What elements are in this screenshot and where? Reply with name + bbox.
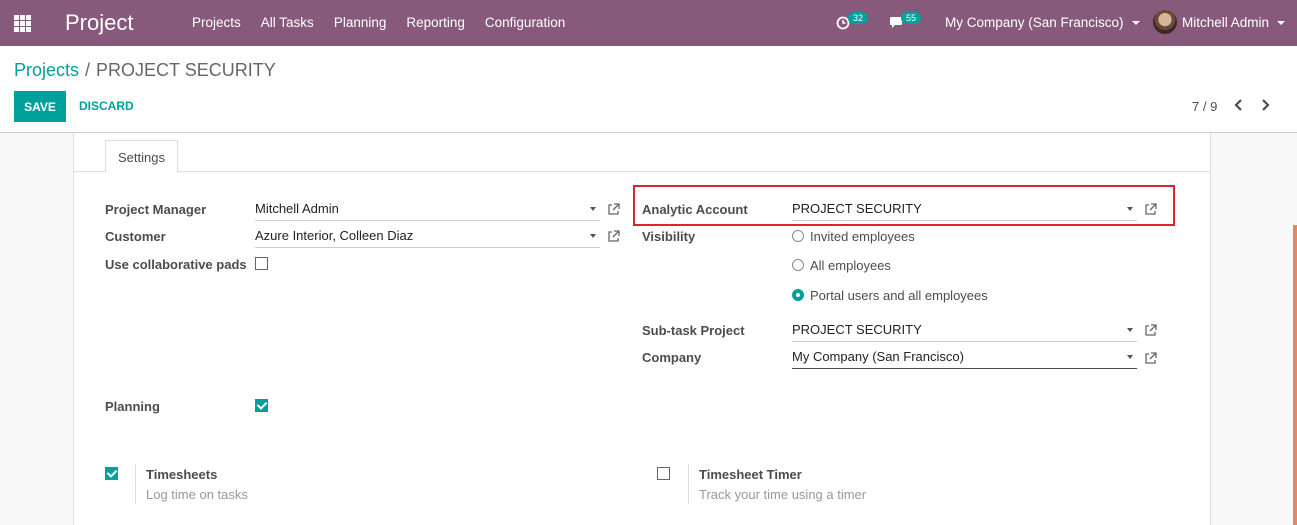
user-menu[interactable]: Mitchell Admin — [1182, 15, 1286, 30]
timesheets-checkbox[interactable] — [105, 467, 118, 480]
top-navbar: Project Projects All Tasks Planning Repo… — [0, 0, 1297, 46]
activity-count-badge: 32 — [848, 12, 869, 24]
radio-label-all-employees: All employees — [810, 258, 891, 273]
menu-item-reporting[interactable]: Reporting — [406, 15, 465, 30]
breadcrumb-separator: / — [85, 60, 91, 80]
dropdown-arrow-icon[interactable] — [1127, 207, 1133, 211]
collab-pads-checkbox[interactable] — [255, 257, 268, 270]
project-manager-field[interactable]: Mitchell Admin — [255, 199, 600, 221]
breadcrumb-current: PROJECT SECURITY — [96, 60, 276, 80]
menu-item-planning[interactable]: Planning — [334, 15, 387, 30]
menu-item-all-tasks[interactable]: All Tasks — [261, 15, 314, 30]
dropdown-arrow-icon[interactable] — [1127, 355, 1133, 359]
radio-portal-users[interactable] — [792, 289, 804, 301]
company-value: My Company (San Francisco) — [792, 349, 964, 364]
subtask-project-field[interactable]: PROJECT SECURITY — [792, 320, 1137, 342]
main-menu: Projects All Tasks Planning Reporting Co… — [192, 15, 565, 30]
breadcrumb: Projects / PROJECT SECURITY — [14, 60, 276, 81]
radio-invited-employees[interactable] — [792, 230, 804, 242]
breadcrumb-projects-link[interactable]: Projects — [14, 60, 79, 80]
external-link-icon[interactable] — [607, 203, 620, 216]
caret-down-icon — [1277, 21, 1286, 26]
divider — [135, 464, 136, 504]
project-manager-label: Project Manager — [105, 202, 207, 217]
radio-label-invited-employees: Invited employees — [810, 229, 915, 244]
company-label: Company — [642, 350, 702, 365]
dropdown-arrow-icon[interactable] — [590, 234, 596, 238]
menu-item-configuration[interactable]: Configuration — [485, 15, 565, 30]
dropdown-arrow-icon[interactable] — [590, 207, 596, 211]
scrollbar[interactable] — [1293, 225, 1297, 525]
chevron-right-icon[interactable] — [1261, 99, 1271, 111]
external-link-icon[interactable] — [1144, 352, 1157, 365]
planning-checkbox[interactable] — [255, 399, 268, 412]
apps-menu-icon[interactable] — [14, 15, 31, 32]
app-title[interactable]: Project — [65, 10, 133, 36]
timesheet-timer-checkbox[interactable] — [657, 467, 670, 480]
dropdown-arrow-icon[interactable] — [1127, 328, 1133, 332]
timesheet-timer-help: Track your time using a timer — [699, 487, 867, 502]
customer-field[interactable]: Azure Interior, Colleen Diaz — [255, 226, 600, 248]
collab-pads-label: Use collaborative pads — [105, 257, 247, 272]
control-panel: Projects / PROJECT SECURITY SAVE DISCARD 7… — [0, 46, 1297, 133]
customer-label: Customer — [105, 229, 166, 244]
company-name: My Company (San Francisco) — [945, 15, 1124, 30]
timesheets-label: Timesheets — [146, 467, 218, 482]
subtask-project-value: PROJECT SECURITY — [792, 322, 922, 337]
company-field[interactable]: My Company (San Francisco) — [792, 347, 1137, 369]
divider — [688, 464, 689, 504]
radio-label-portal-users: Portal users and all employees — [810, 288, 988, 303]
timesheets-help: Log time on tasks — [146, 487, 248, 502]
external-link-icon[interactable] — [607, 230, 620, 243]
planning-label: Planning — [105, 399, 160, 414]
analytic-account-value: PROJECT SECURITY — [792, 201, 922, 216]
project-manager-value: Mitchell Admin — [255, 201, 339, 216]
timesheet-timer-label: Timesheet Timer — [699, 467, 802, 482]
analytic-account-label: Analytic Account — [642, 202, 748, 217]
avatar[interactable] — [1153, 10, 1177, 34]
menu-item-projects[interactable]: Projects — [192, 15, 241, 30]
analytic-account-field[interactable]: PROJECT SECURITY — [792, 199, 1137, 221]
message-count-badge: 55 — [901, 12, 922, 24]
radio-all-employees[interactable] — [792, 259, 804, 271]
caret-down-icon — [1131, 21, 1140, 26]
subtask-project-label: Sub-task Project — [642, 323, 745, 338]
visibility-label: Visibility — [642, 229, 696, 244]
chevron-left-icon[interactable] — [1233, 99, 1243, 111]
discard-button[interactable]: DISCARD — [79, 99, 134, 113]
notebook-tabs: Settings — [74, 133, 1210, 173]
pager-value[interactable]: 7 / 9 — [1192, 99, 1217, 114]
tab-settings[interactable]: Settings — [105, 140, 178, 173]
user-name: Mitchell Admin — [1182, 15, 1270, 30]
company-switcher[interactable]: My Company (San Francisco) — [945, 15, 1140, 30]
external-link-icon[interactable] — [1144, 203, 1157, 216]
save-button[interactable]: SAVE — [14, 91, 66, 122]
customer-value: Azure Interior, Colleen Diaz — [255, 228, 414, 243]
external-link-icon[interactable] — [1144, 324, 1157, 337]
